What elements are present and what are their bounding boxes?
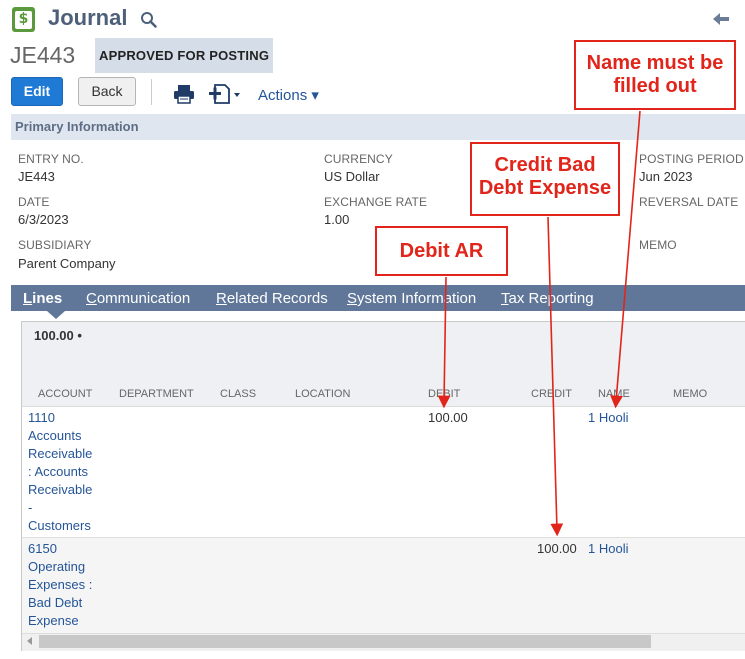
- credit-note-arrow: [547, 216, 564, 537]
- annotation-debit-ar: Debit AR: [375, 226, 508, 276]
- annotation-name-must-be-filled: Name must be filled out: [574, 40, 736, 110]
- annotation-credit-bad-debt: Credit Bad Debt Expense: [470, 142, 620, 216]
- debit-note-arrow: [437, 276, 451, 409]
